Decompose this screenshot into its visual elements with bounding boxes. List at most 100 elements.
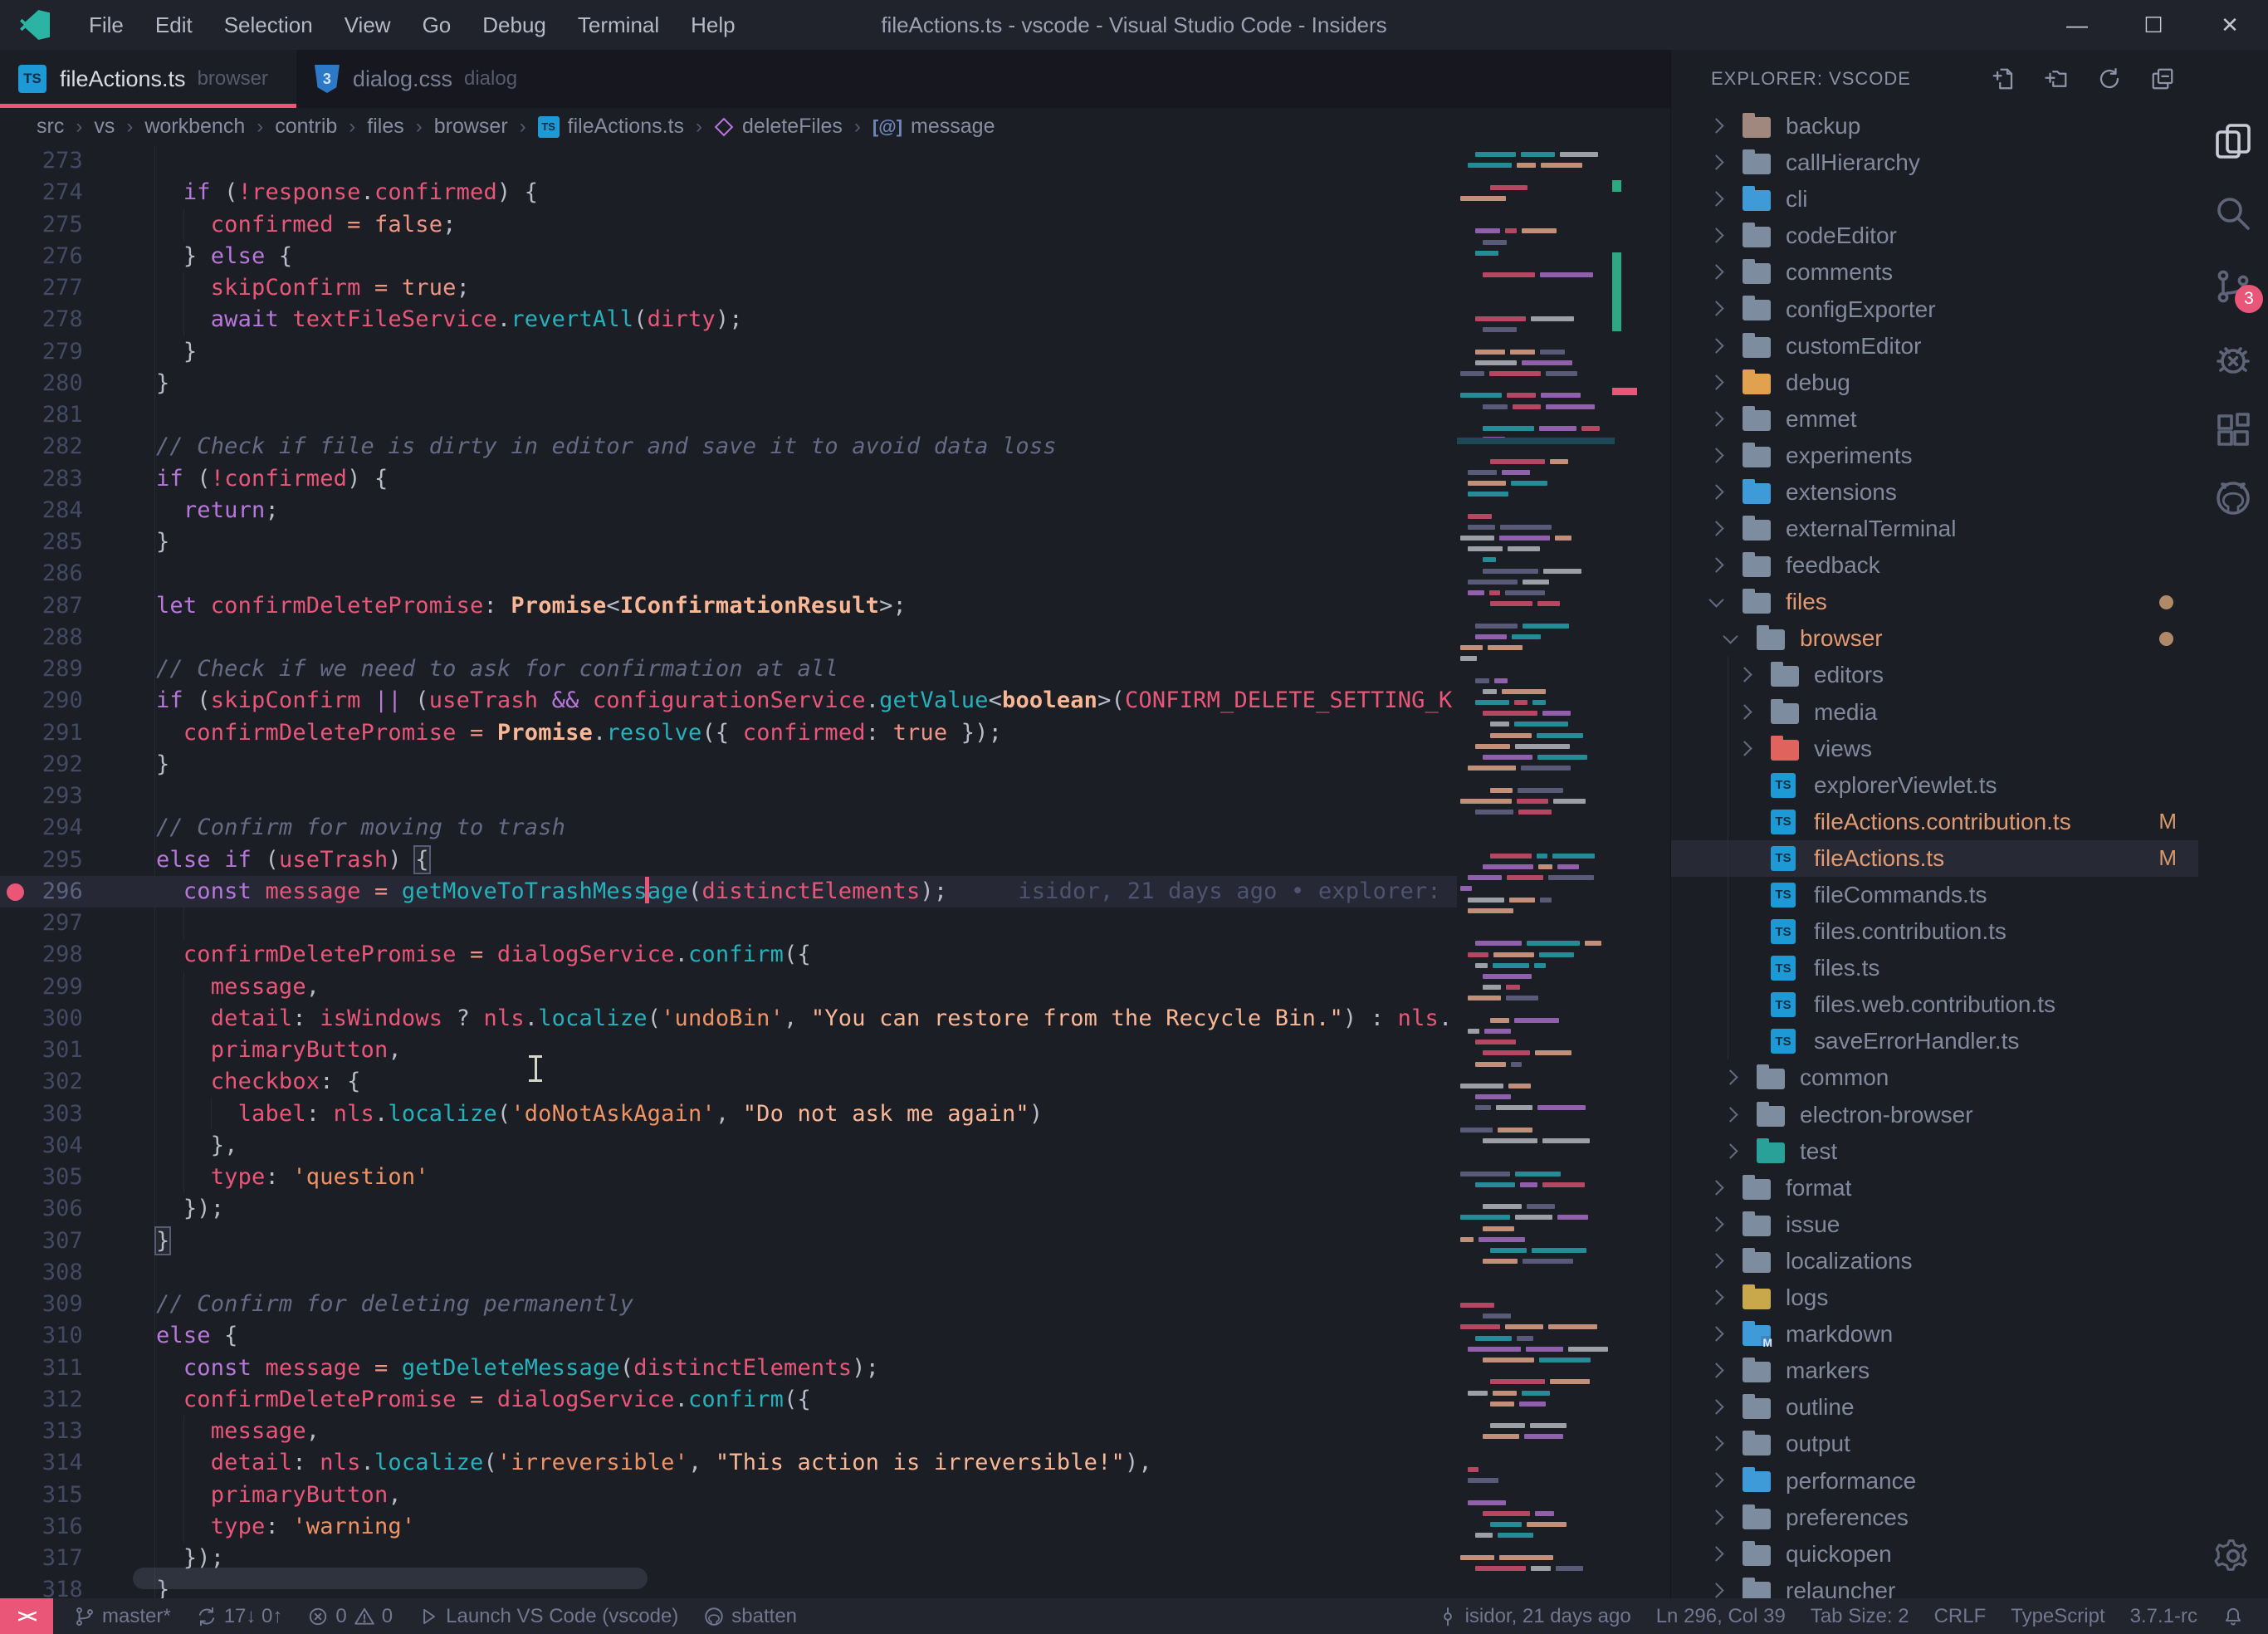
code-line-298[interactable]: 298 confirmDeletePromise = dialogService.… [0,939,1670,971]
tab-fileActions.ts[interactable]: TS fileActions.ts browser [0,50,296,108]
code-line-276[interactable]: 276} else { [0,241,1670,272]
tree-item-browser[interactable]: browser [1671,620,2198,657]
code-line-288[interactable]: 288 [0,622,1670,653]
code-line-312[interactable]: 312 confirmDeletePromise = dialogService.… [0,1384,1670,1416]
refresh-button[interactable] [2097,66,2122,91]
code-line-273[interactable]: 273 [0,145,1670,177]
collapse-all-button[interactable] [2150,66,2175,91]
code-line-278[interactable]: 278 await textFileService.revertAll(dirty… [0,304,1670,336]
status-item-tab-size-2[interactable]: Tab Size: 2 [1798,1598,1922,1634]
tree-item-callHierarchy[interactable]: callHierarchy [1671,144,2198,181]
status-item-launch-vs-code-vscode-[interactable]: Launch VS Code (vscode) [405,1598,691,1634]
menu-help[interactable]: Help [675,0,750,50]
code-line-292[interactable]: 292} [0,749,1670,780]
maximize-button[interactable]: ☐ [2115,0,2192,50]
status-item-right-6[interactable] [2210,1598,2256,1634]
code-line-295[interactable]: 295 else if (useTrash) { [0,844,1670,876]
menu-view[interactable]: View [329,0,407,50]
code-line-287[interactable]: 287 let confirmDeletePromise: Promise<ICo… [0,590,1670,622]
breadcrumb-item-workbench[interactable]: workbench [144,115,245,139]
code-line-275[interactable]: 275 confirmed = false; [0,208,1670,241]
code-line-300[interactable]: 300 detail: isWindows ? nls.localize('und… [0,1002,1670,1035]
code-line-297[interactable]: 297 [0,908,1670,940]
code-line-299[interactable]: 299 message, [0,971,1670,1003]
github-activity-button[interactable] [2213,478,2253,518]
tree-item-markdown[interactable]: Mmarkdown [1671,1316,2198,1353]
tree-item-emmet[interactable]: emmet [1671,401,2198,438]
tree-item-relauncher[interactable]: relauncher [1671,1573,2198,1598]
extensions-activity-button[interactable] [2213,410,2253,450]
status-item-0[interactable]: 00 [295,1598,405,1634]
code-line-280[interactable]: 280} [0,368,1670,399]
code-line-307[interactable]: 307} [0,1226,1670,1257]
code-line-284[interactable]: 284 return; [0,495,1670,526]
tree-item-logs[interactable]: logs [1671,1279,2198,1316]
breadcrumb-item-message[interactable]: [@] message [872,115,995,139]
breadcrumb-item-deleteFiles[interactable]: deleteFiles [714,115,843,139]
menu-selection[interactable]: Selection [208,0,329,50]
search-activity-button[interactable] [2213,193,2253,233]
code-line-309[interactable]: 309 // Confirm for deleting permanently [0,1289,1670,1320]
code-line-291[interactable]: 291 confirmDeletePromise = Promise.resolv… [0,717,1670,749]
tree-item-externalTerminal[interactable]: externalTerminal [1671,511,2198,547]
code-line-294[interactable]: 294 // Confirm for moving to trash [0,812,1670,844]
breadcrumb-item-browser[interactable]: browser [434,115,508,139]
tree-item-fileActions.ts[interactable]: TS fileActions.ts M [1671,839,2198,877]
tree-item-configExporter[interactable]: configExporter [1671,291,2198,327]
tree-item-markers[interactable]: markers [1671,1353,2198,1389]
status-item-isidor-21-days-ago[interactable]: isidor, 21 days ago [1425,1598,1644,1634]
status-item-3-7-1-rc[interactable]: 3.7.1-rc [2118,1598,2210,1634]
new-folder-button[interactable] [2044,66,2069,91]
code-line-286[interactable]: 286 [0,558,1670,590]
tree-item-saveErrorHandler.ts[interactable]: TS saveErrorHandler.ts [1671,1023,2198,1060]
code-editor[interactable]: 273 274 if (!response.confirmed) {275 confi… [0,145,1670,1598]
status-item-typescript[interactable]: TypeScript [1998,1598,2117,1634]
menu-file[interactable]: File [73,0,139,50]
tree-item-test[interactable]: test [1671,1133,2198,1170]
menu-terminal[interactable]: Terminal [562,0,675,50]
code-line-296[interactable]: 296 const message = getMoveToTrashMessage… [0,875,1670,908]
code-line-304[interactable]: 304}, [0,1129,1670,1162]
tree-item-performance[interactable]: performance [1671,1462,2198,1499]
tab-dialog.css[interactable]: 3 dialog.css dialog [296,50,545,108]
tree-item-fileActions.contribution.ts[interactable]: TS fileActions.contribution.ts M [1671,803,2198,840]
status-item-sbatten[interactable]: sbatten [691,1598,809,1634]
tree-item-issue[interactable]: issue [1671,1206,2198,1243]
code-line-277[interactable]: 277 skipConfirm = true; [0,272,1670,305]
tree-item-debug[interactable]: debug [1671,364,2198,401]
status-item-crlf[interactable]: CRLF [1922,1598,1999,1634]
close-button[interactable]: ✕ [2192,0,2268,50]
tree-item-output[interactable]: output [1671,1426,2198,1462]
tree-item-format[interactable]: format [1671,1170,2198,1206]
breadcrumb-item-files[interactable]: files [367,115,403,139]
breadcrumb-item-contrib[interactable]: contrib [275,115,337,139]
tree-item-outline[interactable]: outline [1671,1389,2198,1426]
tree-item-electron-browser[interactable]: electron-browser [1671,1097,2198,1133]
tree-item-fileCommands.ts[interactable]: TS fileCommands.ts [1671,876,2198,914]
tree-item-customEditor[interactable]: customEditor [1671,328,2198,364]
tree-item-comments[interactable]: comments [1671,254,2198,291]
code-line-302[interactable]: 302 checkbox: { [0,1066,1670,1098]
code-line-283[interactable]: 283 if (!confirmed) { [0,463,1670,495]
status-item-master-[interactable]: master* [61,1598,183,1634]
code-line-285[interactable]: 285} [0,526,1670,558]
code-line-313[interactable]: 313 message, [0,1416,1670,1448]
code-line-293[interactable]: 293 [0,780,1670,812]
menu-edit[interactable]: Edit [139,0,208,50]
code-line-281[interactable]: 281 [0,399,1670,431]
source-control-activity-button[interactable]: 3 [2213,267,2263,313]
menu-debug[interactable]: Debug [467,0,562,50]
tree-item-feedback[interactable]: feedback [1671,547,2198,584]
code-line-274[interactable]: 274 if (!response.confirmed) { [0,177,1670,208]
tree-item-extensions[interactable]: extensions [1671,474,2198,511]
tree-item-media[interactable]: media [1671,693,2198,731]
tree-item-backup[interactable]: backup [1671,108,2198,144]
code-line-314[interactable]: 314 detail: nls.localize('irreversible', … [0,1447,1670,1480]
tree-item-common[interactable]: common [1671,1059,2198,1096]
tree-item-views[interactable]: views [1671,730,2198,767]
tree-item-explorerViewlet.ts[interactable]: TS explorerViewlet.ts [1671,766,2198,804]
tree-item-files.web.contribution.ts[interactable]: TS files.web.contribution.ts [1671,986,2198,1024]
code-line-305[interactable]: 305 type: 'question' [0,1162,1670,1194]
tree-item-files.contribution.ts[interactable]: TS files.contribution.ts [1671,913,2198,951]
status-item-17-0-[interactable]: 17↓ 0↑ [183,1598,296,1634]
